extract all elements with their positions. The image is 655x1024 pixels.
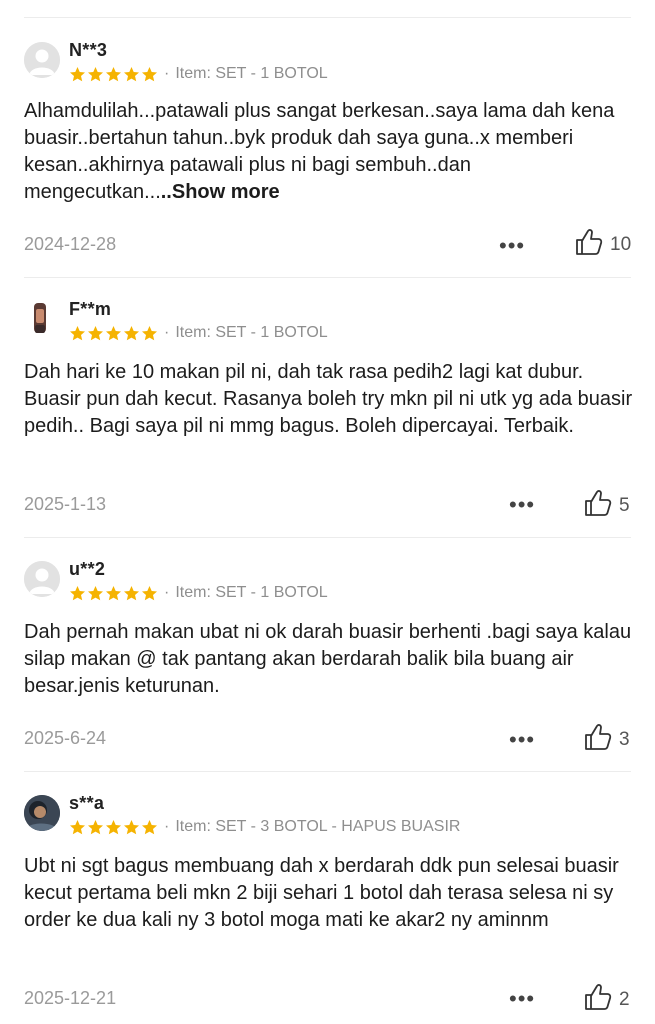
review-divider	[24, 771, 631, 772]
star-icon	[70, 326, 85, 341]
star-icon	[124, 820, 139, 835]
star-icon	[124, 67, 139, 82]
star-icon	[88, 326, 103, 341]
review-date: 2024-12-28	[24, 234, 117, 254]
star-icon	[70, 586, 85, 601]
like-button[interactable]: 3	[583, 722, 630, 757]
star-icon	[124, 326, 139, 341]
like-count: 10	[610, 233, 632, 255]
review-text: Dah hari ke 10 makan pil ni, dah tak ras…	[24, 361, 633, 437]
item-variant: · Item: SET - 1 BOTOL	[164, 65, 328, 82]
item-variant: · Item: SET - 1 BOTOL	[164, 584, 328, 601]
star-icon	[106, 586, 121, 601]
show-more-link[interactable]: ..Show more	[161, 181, 280, 203]
thumbs-up-icon	[583, 982, 613, 1017]
reviewer-username[interactable]: N**3	[69, 40, 107, 61]
like-count: 2	[619, 988, 630, 1010]
user-photo-avatar[interactable]	[24, 795, 60, 831]
star-icon	[106, 326, 121, 341]
thumbs-up-icon	[574, 227, 604, 262]
star-icon	[70, 67, 85, 82]
star-icon	[88, 586, 103, 601]
star-rating	[69, 585, 158, 603]
more-options-icon[interactable]: •••	[509, 729, 535, 751]
like-count: 3	[619, 728, 630, 750]
star-rating	[69, 66, 158, 84]
default-avatar-icon[interactable]	[24, 42, 60, 78]
star-icon	[142, 820, 157, 835]
default-avatar-icon[interactable]	[24, 561, 60, 597]
review-text: Alhamdulilah...patawali plus sangat berk…	[24, 100, 615, 203]
reviewer-username[interactable]: F**m	[69, 299, 111, 320]
item-variant: · Item: SET - 1 BOTOL	[164, 324, 328, 341]
item-variant: · Item: SET - 3 BOTOL - HAPUS BUASIR	[164, 818, 461, 835]
review-date: 2025-1-13	[24, 494, 107, 514]
star-icon	[88, 820, 103, 835]
more-options-icon[interactable]: •••	[509, 988, 535, 1010]
review-text: Ubt ni sgt bagus membuang dah x berdarah…	[24, 855, 619, 931]
star-icon	[88, 67, 103, 82]
like-count: 5	[619, 494, 630, 516]
review-divider	[24, 277, 631, 278]
like-button[interactable]: 2	[583, 982, 630, 1017]
star-icon	[124, 586, 139, 601]
review-date: 2025-12-21	[24, 988, 117, 1008]
thumbs-up-icon	[583, 488, 613, 523]
star-icon	[70, 820, 85, 835]
star-rating	[69, 325, 158, 343]
review-divider	[24, 537, 631, 538]
more-options-icon[interactable]: •••	[499, 235, 525, 257]
star-rating	[69, 819, 158, 837]
star-icon	[106, 67, 121, 82]
more-options-icon[interactable]: •••	[509, 494, 535, 516]
user-photo-avatar[interactable]	[24, 301, 60, 337]
reviewer-username[interactable]: u**2	[69, 559, 105, 580]
star-icon	[106, 820, 121, 835]
like-button[interactable]: 10	[574, 227, 631, 262]
thumbs-up-icon	[583, 722, 613, 757]
reviewer-username[interactable]: s**a	[69, 793, 104, 814]
review-text: Dah pernah makan ubat ni ok darah buasir…	[24, 621, 632, 697]
like-button[interactable]: 5	[583, 488, 630, 523]
star-icon	[142, 586, 157, 601]
top-divider	[24, 17, 631, 18]
star-icon	[142, 326, 157, 341]
star-icon	[142, 67, 157, 82]
review-date: 2025-6-24	[24, 728, 107, 748]
